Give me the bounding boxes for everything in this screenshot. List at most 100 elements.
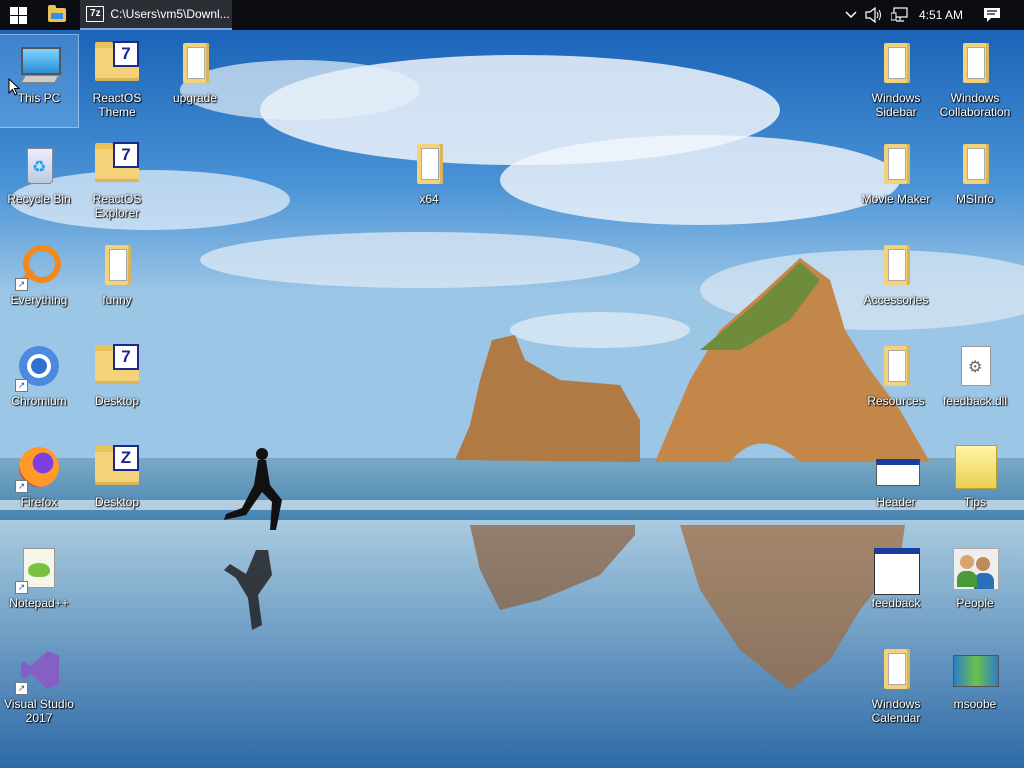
desktop-icon-accessories[interactable]: Accessories	[857, 237, 935, 329]
shortcut-arrow-icon: ↗	[15, 682, 28, 695]
folder-icon	[872, 647, 920, 695]
action-center-button[interactable]	[976, 0, 1008, 30]
show-hidden-icons-button[interactable]	[840, 0, 862, 30]
desktop-icon-reactos-theme[interactable]: 7 ReactOS Theme	[78, 35, 156, 127]
icon-label: feedback	[871, 596, 921, 610]
desktop-icon-windows-sidebar[interactable]: Windows Sidebar	[857, 35, 935, 127]
icon-label: Accessories	[863, 293, 929, 307]
visual-studio-icon: ↗	[15, 647, 63, 695]
shortcut-arrow-icon: ↗	[15, 379, 28, 392]
icon-label: Windows Sidebar	[871, 91, 921, 119]
mouse-cursor-icon	[8, 78, 20, 96]
computer-icon	[15, 41, 63, 89]
icon-label: funny	[102, 293, 132, 307]
desktop-icon-notepadpp[interactable]: ↗ Notepad++	[0, 540, 78, 632]
icon-label: msoobe	[953, 697, 997, 711]
icon-label: Chromium	[11, 394, 67, 408]
taskbar-window-button[interactable]: 7z C:\Users\vm5\Downl...	[80, 0, 232, 30]
search-magnifier-icon: ↗	[15, 243, 63, 291]
icon-label: Desktop	[94, 394, 140, 408]
icon-label: Windows Calendar	[871, 697, 921, 725]
desktop-icon-msoobe[interactable]: msoobe	[936, 641, 1014, 733]
desktop-icon-tips[interactable]: Tips	[936, 439, 1014, 531]
desktop-icon-msinfo[interactable]: MSInfo	[936, 136, 1014, 228]
icon-label: Header	[876, 495, 916, 509]
dll-file-icon	[951, 344, 999, 392]
folder-icon	[405, 142, 453, 190]
desktop-icon-windows-collaboration[interactable]: Windows Collaboration	[936, 35, 1014, 127]
desktop-icon-upgrade[interactable]: upgrade	[156, 35, 234, 127]
desktop-icon-resources[interactable]: Resources	[857, 338, 935, 430]
desktop-icon-chromium[interactable]: ↗ Chromium	[0, 338, 78, 430]
network-icon	[891, 7, 908, 22]
file-explorer-icon	[48, 5, 66, 22]
icon-label: Windows Collaboration	[939, 91, 1011, 119]
volume-button[interactable]	[862, 0, 886, 30]
desktop-icon-firefox[interactable]: ↗ Firefox	[0, 439, 78, 531]
desktop-icon-windows-calendar[interactable]: Windows Calendar	[857, 641, 935, 733]
icon-label: Tips	[963, 495, 987, 509]
chevron-up-icon	[845, 11, 857, 19]
volume-icon	[865, 7, 881, 23]
windows-logo-icon	[9, 6, 27, 24]
shortcut-arrow-icon: ↗	[15, 480, 28, 493]
taskbar: 7z C:\Users\vm5\Downl... 4:51 AM	[0, 0, 1024, 30]
folder-icon	[872, 142, 920, 190]
icon-label: People	[956, 596, 994, 610]
desktop-icon-reactos-explorer[interactable]: 7 ReactOS Explorer	[78, 136, 156, 228]
sticky-note-icon	[951, 445, 999, 493]
desktop-icon-feedback-dll[interactable]: feedback.dll	[936, 338, 1014, 430]
icon-label: Movie Maker	[861, 192, 931, 206]
desktop-icon-feedback[interactable]: feedback	[857, 540, 935, 632]
msoobe-icon	[951, 647, 999, 695]
desktop-icon-people[interactable]: People	[936, 540, 1014, 632]
desktop-icon-x64[interactable]: x64	[390, 136, 468, 228]
folder-icon	[872, 344, 920, 392]
desktop-icon-recycle-bin[interactable]: Recycle Bin	[0, 136, 78, 228]
icon-label: MSInfo	[955, 192, 994, 206]
icon-label: upgrade	[172, 91, 218, 105]
start-button[interactable]	[0, 0, 36, 30]
desktop-icon-movie-maker[interactable]: Movie Maker	[857, 136, 935, 228]
folder-icon	[872, 41, 920, 89]
icon-label: ReactOS Explorer	[92, 192, 142, 220]
firefox-icon: ↗	[15, 445, 63, 493]
taskbar-window-title: C:\Users\vm5\Downl...	[110, 7, 230, 21]
folder-icon	[171, 41, 219, 89]
folder-icon	[951, 41, 999, 89]
shortcut-arrow-icon: ↗	[15, 581, 28, 594]
recycle-bin-icon	[15, 142, 63, 190]
7zip-icon: 7z	[86, 6, 105, 22]
icon-label: Visual Studio 2017	[4, 697, 74, 725]
folder-zip-icon: Z	[93, 445, 141, 493]
desktop-icon-desktop-z[interactable]: Z Desktop	[78, 439, 156, 531]
folder-7zip-icon: 7	[93, 344, 141, 392]
icon-label: Notepad++	[9, 596, 69, 610]
icon-label: Recycle Bin	[7, 192, 71, 206]
people-icon	[951, 546, 999, 594]
icon-label: feedback.dll	[942, 394, 1008, 408]
folder-7zip-icon: 7	[93, 41, 141, 89]
desktop-icon-desktop-7[interactable]: 7 Desktop	[78, 338, 156, 430]
desktop-icon-funny[interactable]: funny	[78, 237, 156, 329]
notification-icon	[984, 8, 1000, 22]
icon-label: ReactOS Theme	[92, 91, 142, 119]
window-icon	[872, 546, 920, 595]
chromium-icon: ↗	[15, 344, 63, 392]
clock[interactable]: 4:51 AM	[912, 0, 970, 30]
network-button[interactable]	[888, 0, 912, 30]
icon-label: Resources	[867, 394, 925, 408]
icon-label: x64	[419, 192, 439, 206]
icon-label: Firefox	[20, 495, 58, 509]
desktop-icon-visual-studio[interactable]: ↗ Visual Studio 2017	[0, 641, 78, 733]
folder-icon	[951, 142, 999, 190]
folder-7zip-icon: 7	[93, 142, 141, 190]
icon-label: Desktop	[94, 495, 140, 509]
desktop-icon-header[interactable]: Header	[857, 439, 935, 531]
desktop-icon-everything[interactable]: ↗ Everything	[0, 237, 78, 329]
folder-icon	[872, 243, 920, 291]
folder-icon	[93, 243, 141, 291]
icon-label: Everything	[10, 293, 68, 307]
file-explorer-button[interactable]	[38, 0, 76, 30]
window-icon	[872, 445, 920, 493]
